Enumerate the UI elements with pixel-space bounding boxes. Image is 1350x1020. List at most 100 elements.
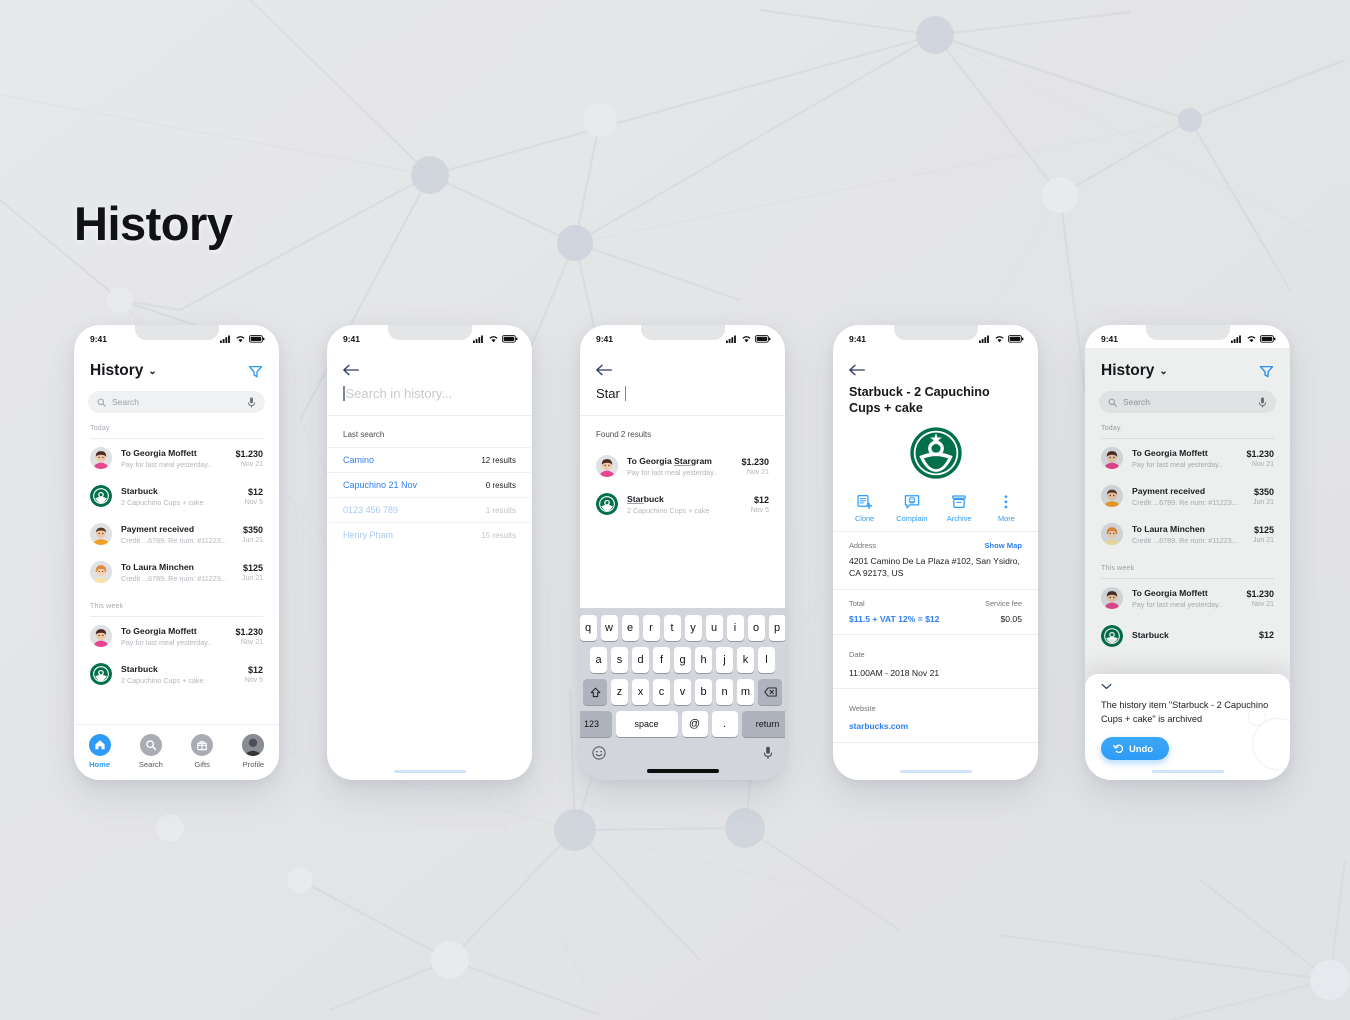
key-m[interactable]: m <box>737 679 754 705</box>
filter-icon[interactable] <box>248 364 263 379</box>
action-complain[interactable]: Complain <box>888 494 935 523</box>
key-a[interactable]: a <box>590 647 607 673</box>
key-return[interactable]: return <box>741 711 785 737</box>
archive-icon <box>952 495 966 509</box>
key-g[interactable]: g <box>674 647 691 673</box>
tab-search[interactable]: Search <box>125 734 176 769</box>
search-input[interactable]: Search <box>88 391 265 413</box>
keyboard-row-3: z x c v b n m <box>580 679 785 705</box>
tab-profile[interactable]: Profile <box>228 734 279 769</box>
key-l[interactable]: l <box>758 647 775 673</box>
wifi-icon <box>236 335 245 342</box>
action-clone[interactable]: Clone <box>841 494 888 523</box>
microphone-icon[interactable] <box>763 746 773 760</box>
item-amount: $350 <box>242 524 263 535</box>
key-w[interactable]: w <box>600 615 618 641</box>
address-label: Address <box>849 541 877 551</box>
key-n[interactable]: n <box>716 679 733 705</box>
key-period[interactable]: . <box>711 711 738 737</box>
list-item[interactable]: Starbuck 2 Capuchino Cups + cake $12 Nov… <box>74 477 279 515</box>
item-date: Nov 5 <box>750 506 769 514</box>
last-search-row[interactable]: Capuchino 21 Nov 0 results <box>327 472 532 497</box>
key-c[interactable]: c <box>653 679 670 705</box>
key-numbers[interactable]: 123 <box>580 711 612 737</box>
key-b[interactable]: b <box>695 679 712 705</box>
found-results-label: Found 2 results <box>596 430 652 439</box>
key-y[interactable]: y <box>684 615 702 641</box>
emoji-icon[interactable] <box>592 746 606 760</box>
item-subtitle: 2 Capuchino Cups + cake <box>121 675 204 685</box>
list-item[interactable]: Payment received Credit ...6789. Re num:… <box>74 515 279 553</box>
chevron-down-icon[interactable] <box>1101 683 1274 690</box>
result-count: 1 results <box>485 505 516 515</box>
item-subtitle: 2 Capuchino Cups + cake <box>627 505 710 515</box>
key-r[interactable]: r <box>642 615 660 641</box>
phone-screen-search-history: 9:41 Search in history... Last search Ca… <box>327 325 532 780</box>
list-item[interactable]: To Georgia Moffett Pay for last meal yes… <box>74 439 279 477</box>
text-caret <box>624 386 627 401</box>
last-search-row[interactable]: 0123 456 789 1 results <box>327 497 532 522</box>
keyboard-row-4: 123 space @ . return <box>580 711 785 737</box>
device-notch <box>893 325 978 340</box>
result-count: 15 results <box>481 530 516 540</box>
key-d[interactable]: d <box>632 647 649 673</box>
list-item[interactable]: To Georgia Moffett Pay for last meal yes… <box>74 617 279 655</box>
key-at[interactable]: @ <box>681 711 708 737</box>
list-item[interactable]: To Georgia Stargram Pay for last meal ye… <box>580 447 785 485</box>
key-z[interactable]: z <box>611 679 628 705</box>
key-u[interactable]: u <box>705 615 723 641</box>
back-arrow-icon[interactable] <box>327 348 532 376</box>
key-i[interactable]: i <box>726 615 744 641</box>
microphone-icon[interactable] <box>247 397 256 408</box>
detail-total-block: Total Service fee $11.5 + VAT 12% = $12 … <box>833 590 1038 635</box>
list-item[interactable]: To Laura Minchen Credit ...6789. Re num:… <box>74 553 279 591</box>
key-x[interactable]: x <box>632 679 649 705</box>
website-link[interactable]: starbucks.com <box>849 721 1022 733</box>
key-p[interactable]: p <box>768 615 785 641</box>
tab-gifts[interactable]: Gifts <box>177 734 228 769</box>
action-more[interactable]: More <box>983 494 1030 523</box>
undo-button[interactable]: Undo <box>1101 737 1169 760</box>
service-fee-label: Service fee <box>985 598 1022 608</box>
show-map-link[interactable]: Show Map <box>984 541 1022 550</box>
key-space[interactable]: space <box>615 711 678 737</box>
key-k[interactable]: k <box>737 647 754 673</box>
key-o[interactable]: o <box>747 615 765 641</box>
back-arrow-icon[interactable] <box>580 348 785 376</box>
home-icon <box>88 734 111 756</box>
last-search-row[interactable]: Henry Pham 15 results <box>327 522 532 547</box>
title-prefix: To Georgia <box>627 455 675 466</box>
key-h[interactable]: h <box>695 647 712 673</box>
list-item[interactable]: Starbuck 2 Capuchino Cups + cake $12 Nov… <box>74 655 279 693</box>
history-list-this-week: This week To Georgia Moffett Pay for las… <box>74 591 279 693</box>
key-v[interactable]: v <box>674 679 691 705</box>
list-item[interactable]: Starbuck 2 Capuchino Cups + cake $12 Nov… <box>580 485 785 523</box>
history-title-dropdown[interactable]: History ⌄ <box>90 362 157 380</box>
last-search-row[interactable]: Camino 12 results <box>327 447 532 472</box>
search-input[interactable]: Search in history... <box>327 376 532 415</box>
onscreen-keyboard: q w e r t y u i o p a s d f g h j k l z … <box>580 608 785 780</box>
backspace-icon[interactable] <box>758 679 782 705</box>
action-archive[interactable]: Archive <box>936 494 983 523</box>
key-t[interactable]: t <box>663 615 681 641</box>
back-arrow-icon[interactable] <box>833 348 1038 376</box>
battery-icon <box>1008 334 1024 343</box>
key-f[interactable]: f <box>653 647 670 673</box>
item-subtitle: Pay for last meal yesterday.. <box>121 459 212 469</box>
tab-label: Profile <box>242 760 265 769</box>
home-indicator <box>646 769 719 773</box>
chevron-down-icon: ⌄ <box>148 366 157 377</box>
tab-home[interactable]: Home <box>74 734 125 769</box>
shift-icon[interactable] <box>583 679 607 705</box>
search-term: 0123 456 789 <box>343 505 399 515</box>
key-e[interactable]: e <box>621 615 639 641</box>
action-label: Clone <box>854 514 875 524</box>
status-time: 9:41 <box>90 333 108 344</box>
cellular-signal-icon <box>979 335 989 343</box>
search-input[interactable]: Star <box>580 376 785 415</box>
key-s[interactable]: s <box>611 647 628 673</box>
phone-screen-archived-confirmation: 9:41 History ⌄ Search Today To Georgia M… <box>1085 325 1290 780</box>
key-q[interactable]: q <box>580 615 597 641</box>
key-j[interactable]: j <box>716 647 733 673</box>
item-title: To Georgia Stargram <box>627 456 732 466</box>
